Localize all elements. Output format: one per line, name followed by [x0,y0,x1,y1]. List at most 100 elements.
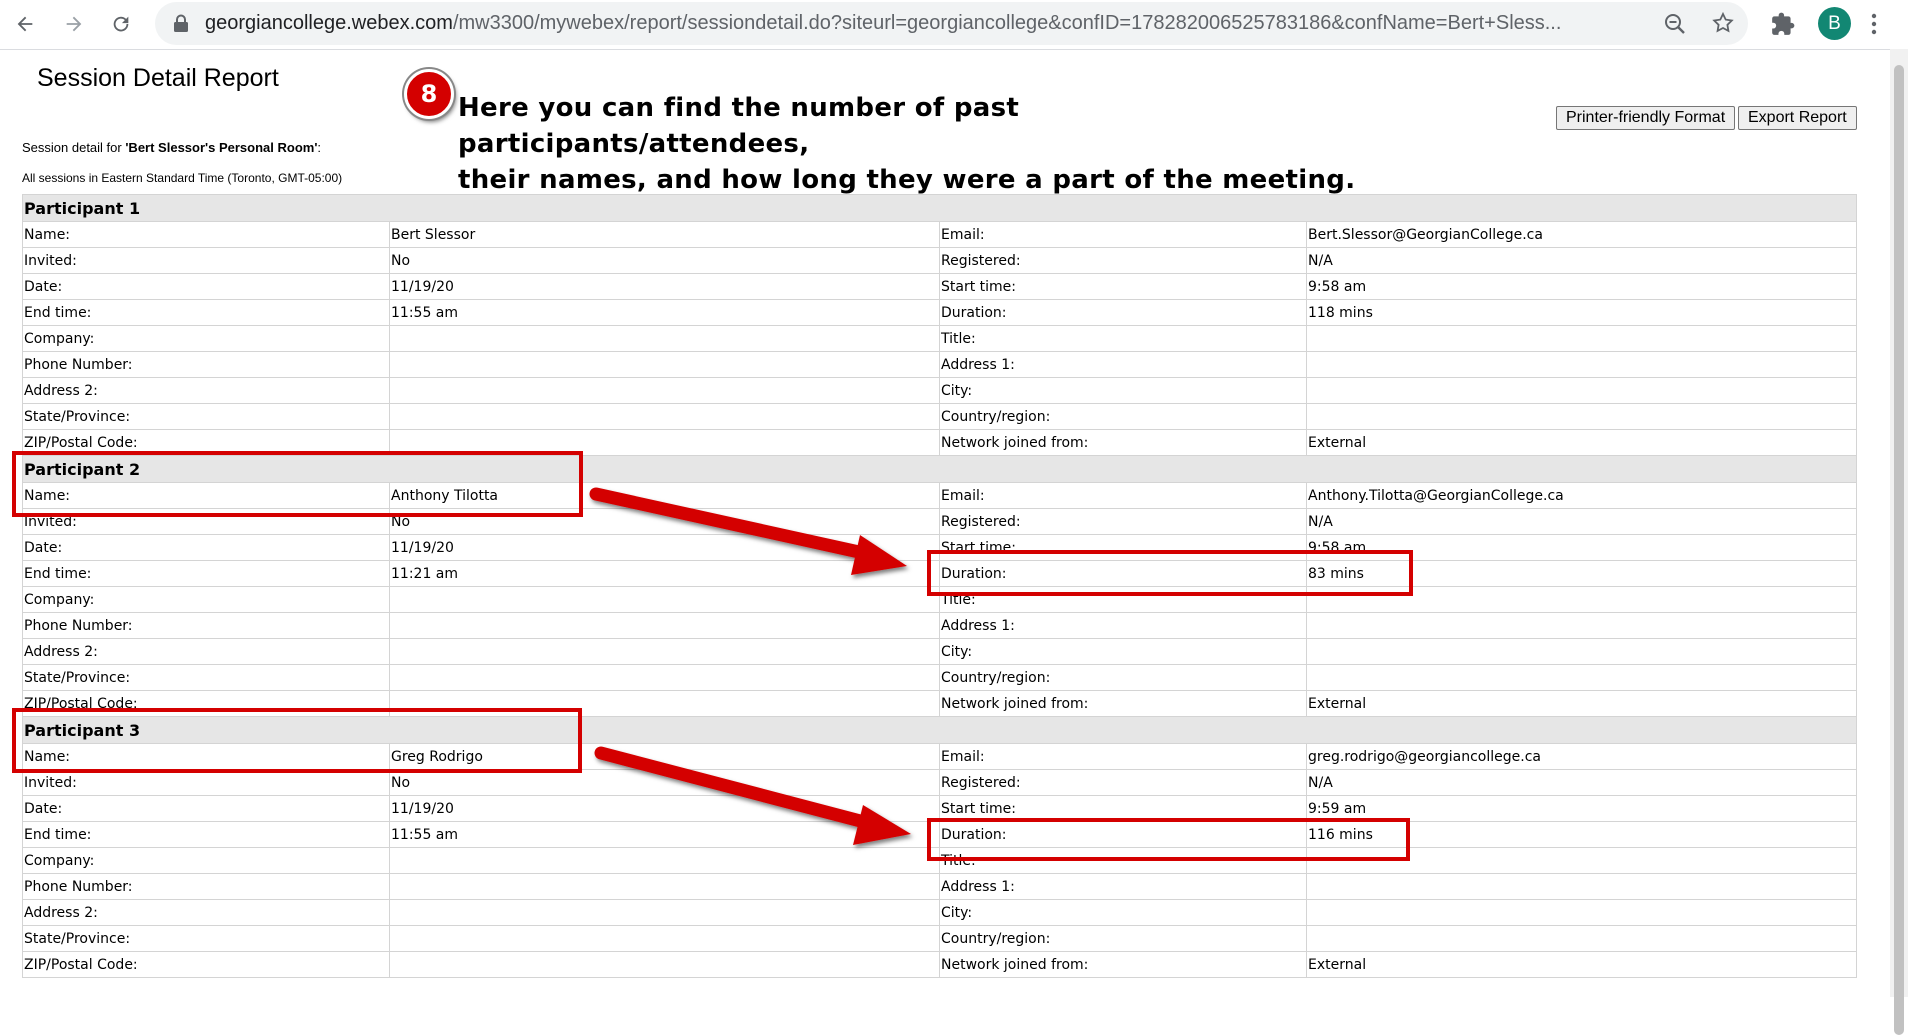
field-label: Phone Number: [22,351,390,378]
back-button[interactable] [9,8,41,40]
field-label: City: [939,899,1307,926]
page-scrollbar[interactable] [1890,49,1908,1035]
field-value [1305,638,1858,665]
field-value [1305,612,1858,639]
field-label: Registered: [939,508,1307,535]
field-label: Company: [22,325,390,352]
field-label: End time: [22,821,390,848]
table-row: Company: Title: [22,325,1858,352]
profile-avatar[interactable]: B [1818,7,1851,40]
field-label: State/Province: [22,925,390,952]
field-label: End time: [22,560,390,587]
field-label: Title: [939,325,1307,352]
field-value [389,612,940,639]
field-label: Invited: [22,247,390,274]
field-value [389,351,940,378]
table-row: Phone Number: Address 1: [22,351,1858,378]
field-label: Network joined from: [939,690,1307,717]
field-value: 9:58 am [1305,273,1858,300]
export-report-button[interactable]: Export Report [1738,106,1857,130]
field-label: Address 1: [939,873,1307,900]
browser-toolbar: georgiancollege.webex.com/mw3300/mywebex… [0,0,1908,50]
table-row: Phone Number: Address 1: [22,873,1858,900]
highlight-participant-2-duration [927,550,1413,596]
field-label: Name: [22,221,390,248]
field-value: External [1305,429,1858,456]
field-value [1305,377,1858,404]
field-value: N/A [1305,769,1858,796]
field-label: Email: [939,743,1307,770]
field-label: Network joined from: [939,951,1307,978]
field-value: 11/19/20 [389,534,940,561]
url-text: georgiancollege.webex.com/mw3300/mywebex… [205,12,1562,34]
field-value: External [1305,951,1858,978]
participant-heading-row: Participant 1 [21,194,1858,222]
field-value [389,873,940,900]
zoom-icon[interactable] [1663,12,1687,36]
field-label: Registered: [939,247,1307,274]
field-value [389,664,940,691]
table-row: Invited: No Registered: N/A [22,769,1858,796]
field-value: Bert Slessor [389,221,940,248]
scrollbar-thumb[interactable] [1894,65,1904,1035]
reload-icon [113,16,129,32]
table-row: State/Province: Country/region: [22,664,1858,691]
field-value: No [389,769,940,796]
reload-button[interactable] [105,8,137,40]
field-label: ZIP/Postal Code: [22,951,390,978]
field-label: Email: [939,221,1307,248]
field-value [389,847,940,874]
field-label: Phone Number: [22,612,390,639]
printer-friendly-button[interactable]: Printer-friendly Format [1556,106,1736,130]
field-value: 11/19/20 [389,795,940,822]
field-value: 118 mins [1305,299,1858,326]
table-row: Address 2: City: [22,899,1858,926]
field-value [389,925,940,952]
field-label: Address 2: [22,899,390,926]
session-detail-caption: Session detail for 'Bert Slessor's Perso… [22,140,322,155]
table-row: Address 2: City: [22,377,1858,404]
field-value: Bert.Slessor@GeorgianCollege.ca [1305,221,1858,248]
field-label: Start time: [939,273,1307,300]
table-row: Phone Number: Address 1: [22,612,1858,639]
field-value [389,586,940,613]
field-label: Registered: [939,769,1307,796]
field-label: Country/region: [939,925,1307,952]
table-row: ZIP/Postal Code: Network joined from: Exte… [22,951,1858,978]
field-label: Date: [22,273,390,300]
field-value: N/A [1305,508,1858,535]
field-value: 11:21 am [389,560,940,587]
table-row: State/Province: Country/region: [22,403,1858,430]
lock-icon [174,14,188,32]
bookmark-star-icon[interactable] [1711,11,1735,35]
field-label: Date: [22,534,390,561]
timezone-note: All sessions in Eastern Standard Time (T… [22,171,343,185]
field-label: Network joined from: [939,429,1307,456]
participant-heading: Participant 1 [21,194,1858,222]
menu-kebab-icon[interactable] [1870,11,1878,37]
field-value: External [1305,690,1858,717]
callout-text: Here you can find the number of past par… [458,93,1356,195]
field-value [1305,873,1858,900]
field-value [389,638,940,665]
highlight-participant-3-name [12,708,582,773]
table-row: Name: Bert Slessor Email: Bert.Slessor@Geor… [22,221,1858,248]
session-name: 'Bert Slessor's Personal Room' [125,140,318,155]
field-label: Email: [939,482,1307,509]
field-label: State/Province: [22,664,390,691]
forward-button[interactable] [58,8,90,40]
field-value [1305,925,1858,952]
field-value [1305,351,1858,378]
field-label: Country/region: [939,403,1307,430]
address-bar[interactable]: georgiancollege.webex.com/mw3300/mywebex… [155,2,1748,45]
field-label: Duration: [939,299,1307,326]
field-label: City: [939,638,1307,665]
field-label: Company: [22,586,390,613]
field-value: N/A [1305,247,1858,274]
field-value [389,951,940,978]
field-label: Phone Number: [22,873,390,900]
field-label: Address 2: [22,638,390,665]
field-label: Address 1: [939,351,1307,378]
table-row: Date: 11/19/20 Start time: 9:58 am [22,273,1858,300]
extensions-puzzle-icon[interactable] [1770,11,1796,37]
